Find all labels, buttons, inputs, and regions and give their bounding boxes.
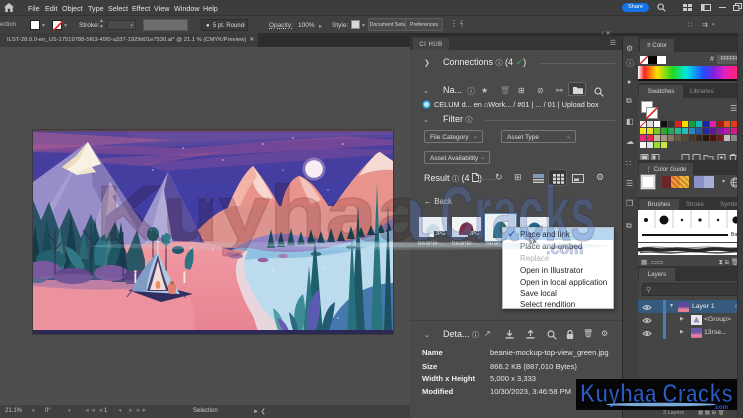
svg-text:.com: .com (714, 405, 728, 410)
svg-text:Kuyhaa: Kuyhaa (96, 169, 429, 257)
svg-text:.com: .com (546, 241, 583, 258)
